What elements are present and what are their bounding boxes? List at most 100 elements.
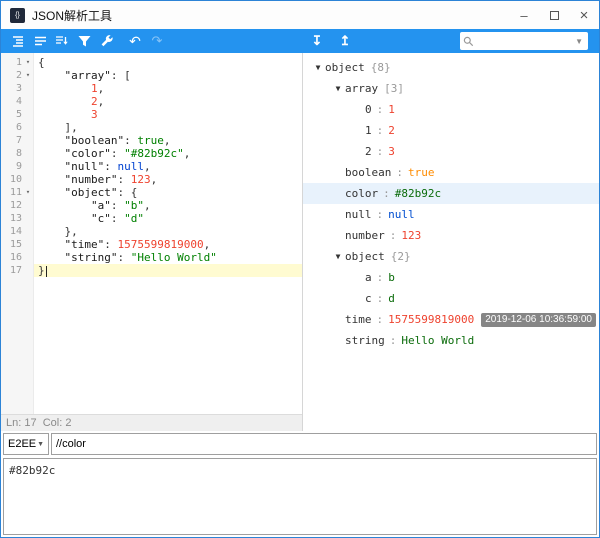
line-number: 16: [1, 251, 23, 264]
tree-row[interactable]: 2:3: [303, 141, 599, 162]
code-line[interactable]: "a": "b",: [34, 199, 302, 212]
undo-button[interactable]: ↶: [125, 31, 145, 51]
tree-key: object: [345, 250, 385, 263]
tree-row[interactable]: null:null: [303, 204, 599, 225]
code-line[interactable]: {: [34, 56, 302, 69]
tree-value: null: [388, 208, 415, 221]
compress-button[interactable]: [30, 31, 50, 51]
gutter-row: 4: [1, 95, 33, 108]
filter-button[interactable]: [74, 31, 94, 51]
query-mode-select[interactable]: E2EE ▼: [3, 433, 49, 455]
tree-value: 1: [388, 103, 395, 116]
code-line[interactable]: "number": 123,: [34, 173, 302, 186]
code-line[interactable]: }: [34, 264, 302, 277]
tree-row[interactable]: boolean:true: [303, 162, 599, 183]
tree-toolbar: ↧ ↥: [306, 31, 356, 51]
fold-toggle-icon[interactable]: ▾: [23, 69, 33, 82]
gutter-row: 13: [1, 212, 33, 225]
search-box[interactable]: ▼: [460, 32, 588, 50]
cursor-position: Ln: 17 Col: 2: [6, 417, 71, 429]
editor-statusbar: Ln: 17 Col: 2: [1, 414, 302, 431]
code-line[interactable]: "string": "Hello World": [34, 251, 302, 264]
gutter-row: 5: [1, 108, 33, 121]
gutter-row[interactable]: 11▾: [1, 186, 33, 199]
code-line[interactable]: "boolean": true,: [34, 134, 302, 147]
compress-icon: [34, 35, 47, 47]
code-line[interactable]: "object": {: [34, 186, 302, 199]
line-number: 17: [1, 264, 23, 277]
format-icon: [12, 35, 25, 47]
child-count: {8}: [371, 61, 391, 74]
collapse-toggle-icon[interactable]: ▼: [311, 63, 325, 72]
tree-row[interactable]: color:#82b92c: [303, 183, 599, 204]
tree-value: 2: [388, 124, 395, 137]
tree-key: array: [345, 82, 378, 95]
format-button[interactable]: [8, 31, 28, 51]
collapse-all-button[interactable]: ↥: [335, 31, 355, 51]
tree-view: ▼object{8}▼array[3]0:11:22:3boolean:true…: [303, 53, 599, 351]
line-number: 7: [1, 134, 23, 147]
tree-row[interactable]: ▼object{2}: [303, 246, 599, 267]
fold-toggle-icon[interactable]: ▾: [23, 56, 33, 69]
gutter-row: 8: [1, 147, 33, 160]
code-line[interactable]: 3: [34, 108, 302, 121]
line-number: 15: [1, 238, 23, 251]
line-number: 3: [1, 82, 23, 95]
tree-row[interactable]: number:123: [303, 225, 599, 246]
sort-button[interactable]: [52, 31, 72, 51]
repair-button[interactable]: [96, 31, 116, 51]
code-line[interactable]: 1,: [34, 82, 302, 95]
expand-all-button[interactable]: ↧: [307, 31, 327, 51]
gutter-row: 17: [1, 264, 33, 277]
close-button[interactable]: ×: [569, 1, 599, 29]
query-bar: E2EE ▼: [3, 433, 597, 455]
tree-row[interactable]: ▼object {8}: [303, 57, 599, 78]
json-code-editor[interactable]: 1▾2▾34567891011▾121314151617 { "array": …: [1, 53, 302, 414]
tree-row[interactable]: time:15755998190002019-12-06 10:36:59:00: [303, 309, 599, 330]
tree-row[interactable]: 1:2: [303, 120, 599, 141]
editor-code[interactable]: { "array": [ 1, 2, 3 ], "boolean": true,…: [34, 53, 302, 414]
code-line[interactable]: "c": "d": [34, 212, 302, 225]
fold-toggle-icon[interactable]: ▾: [23, 186, 33, 199]
code-line[interactable]: "time": 1575599819000,: [34, 238, 302, 251]
tree-row[interactable]: string:Hello World: [303, 330, 599, 351]
collapse-toggle-icon[interactable]: ▼: [331, 84, 345, 93]
search-input[interactable]: [474, 35, 573, 47]
filter-icon: [78, 35, 91, 47]
code-line[interactable]: "color": "#82b92c",: [34, 147, 302, 160]
maximize-button[interactable]: [539, 1, 569, 29]
tree-row[interactable]: c:d: [303, 288, 599, 309]
minimize-button[interactable]: –: [509, 1, 539, 29]
line-number: 6: [1, 121, 23, 134]
collapse-toggle-icon[interactable]: ▼: [331, 252, 345, 261]
window-title: JSON解析工具: [32, 7, 112, 24]
code-line[interactable]: "array": [: [34, 69, 302, 82]
tree-row[interactable]: ▼array [3]: [303, 78, 599, 99]
query-result[interactable]: #82b92c: [3, 458, 597, 535]
code-line[interactable]: },: [34, 225, 302, 238]
code-line[interactable]: "null": null,: [34, 160, 302, 173]
tree-key: time: [345, 313, 372, 326]
tree-value: #82b92c: [395, 187, 441, 200]
redo-button[interactable]: ↷: [147, 31, 167, 51]
tree-row[interactable]: a:b: [303, 267, 599, 288]
query-input[interactable]: [51, 433, 597, 455]
child-count: [3]: [384, 82, 404, 95]
tree-row[interactable]: 0:1: [303, 99, 599, 120]
titlebar: {} JSON解析工具 – ×: [1, 1, 599, 29]
code-line[interactable]: ],: [34, 121, 302, 134]
code-line[interactable]: 2,: [34, 95, 302, 108]
line-number: 1: [1, 56, 23, 69]
tree-value: 3: [388, 145, 395, 158]
tree-key: null: [345, 208, 372, 221]
tree-key: object: [325, 61, 365, 74]
gutter-row[interactable]: 2▾: [1, 69, 33, 82]
gutter-row: 15: [1, 238, 33, 251]
gutter-row: 14: [1, 225, 33, 238]
line-number: 14: [1, 225, 23, 238]
key-value-separator: :: [377, 145, 384, 158]
search-dropdown-icon[interactable]: ▼: [573, 37, 585, 46]
key-value-separator: :: [377, 313, 384, 326]
text-cursor: [46, 266, 47, 277]
gutter-row[interactable]: 1▾: [1, 56, 33, 69]
